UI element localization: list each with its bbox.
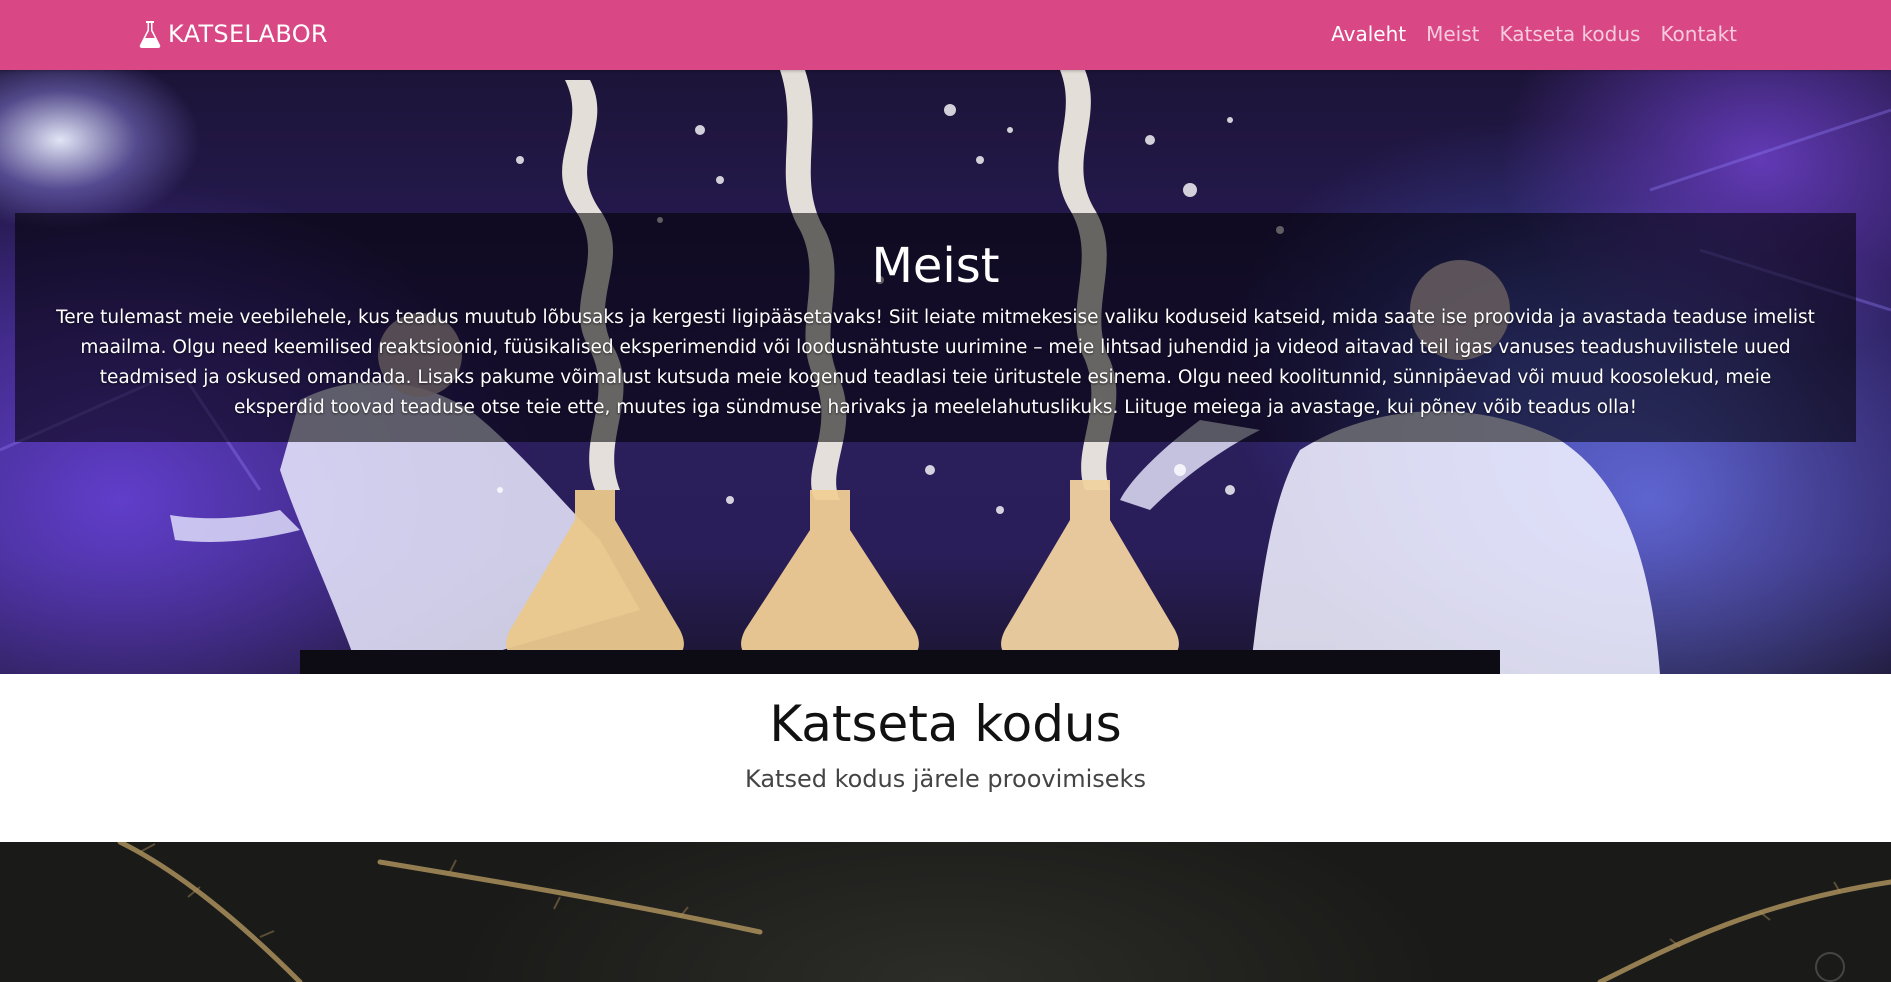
chalkboard-background-image (0, 842, 1891, 982)
flask-icon (139, 21, 161, 48)
section-title: Katseta kodus (769, 695, 1122, 753)
hero-title: Meist (871, 238, 1000, 294)
brand-link[interactable]: KATSELABOR (138, 19, 328, 49)
nav-link-kontakt[interactable]: Kontakt (1660, 22, 1737, 46)
hero-panel: Meist Tere tulemast meie veebilehele, ku… (15, 213, 1856, 442)
brand-name: KATSELABOR (168, 20, 328, 48)
nav-link-avaleht[interactable]: Avaleht (1331, 22, 1406, 46)
hero-section: Meist Tere tulemast meie veebilehele, ku… (0, 70, 1891, 674)
nav-link-meist[interactable]: Meist (1426, 22, 1479, 46)
nav-links: Avaleht Meist Katseta kodus Kontakt (1311, 22, 1737, 46)
chalkboard-decoration (117, 842, 1891, 982)
hero-description: Tere tulemast meie veebilehele, kus tead… (56, 307, 1815, 418)
nav-link-katseta-kodus[interactable]: Katseta kodus (1500, 22, 1641, 46)
navbar: KATSELABOR Avaleht Meist Katseta kodus K… (0, 0, 1891, 70)
katseta-kodus-section: Katseta kodus Katsed kodus järele proovi… (0, 674, 1891, 842)
section-subtitle: Katsed kodus järele proovimiseks (745, 765, 1146, 793)
